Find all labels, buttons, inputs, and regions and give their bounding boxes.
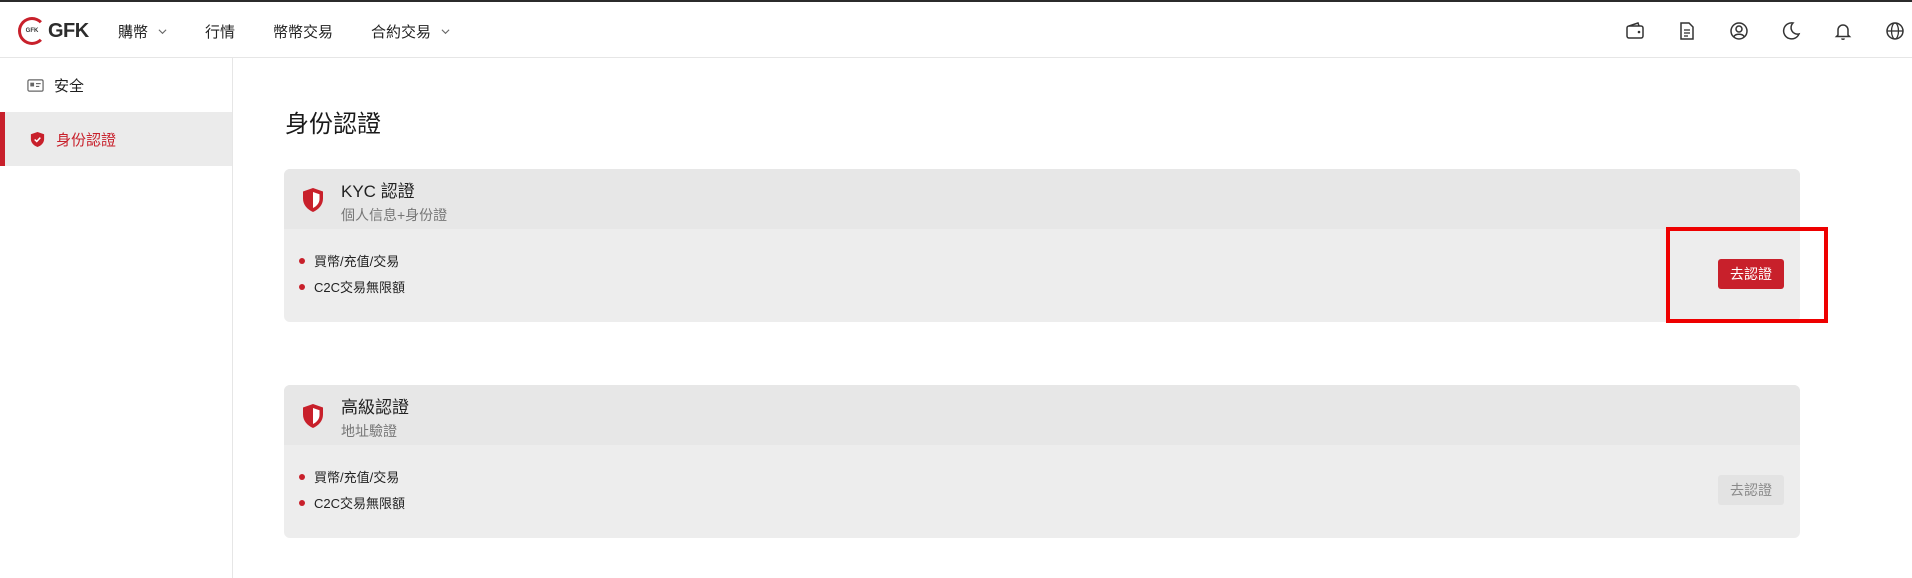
bullet-dot [299,473,305,480]
sidebar-item-label: 身份認證 [56,131,117,149]
main-nav: 購幣 行情 幣幣交易 合約交易 [118,2,488,60]
header-toolbar [1594,2,1912,60]
kyc-verify-button[interactable]: 去認證 [1718,259,1784,289]
nav-item-buy-coin[interactable]: 購幣 [118,21,167,42]
logo[interactable]: GFK GFK [18,15,89,47]
bell-icon[interactable] [1832,20,1854,42]
feature-item: 買幣/充值/交易 [299,467,399,486]
shield-icon [303,188,323,212]
card-subtitle: 個人信息+身份證 [341,207,448,223]
card-subtitle: 地址驗證 [341,423,397,439]
verification-card-kyc: KYC 認證 個人信息+身份證 買幣/充值/交易 C2C交易無限額 去認證 [284,169,1800,322]
sidebar-item-identity-verification[interactable]: 身份認證 [0,112,232,166]
feature-label: 買幣/充值/交易 [314,254,400,269]
card-header: 高級認證 地址驗證 [284,385,1800,445]
globe-icon[interactable] [1884,20,1906,42]
sidebar-item-security[interactable]: 安全 [0,58,232,112]
feature-item: 買幣/充值/交易 [299,251,399,270]
advanced-verify-button[interactable]: 去認證 [1718,475,1784,505]
top-navigation-bar: GFK GFK 購幣 行情 幣幣交易 合約交易 [0,0,1912,58]
shield-check-icon [29,130,47,148]
feature-item: C2C交易無限額 [299,277,405,296]
id-card-icon [27,76,45,94]
chevron-down-icon [158,28,167,34]
nav-item-label: 合約交易 [371,23,432,41]
card-title: 高級認證 [341,398,409,417]
logo-mark: GFK [18,17,46,45]
nav-item-label: 幣幣交易 [273,23,334,41]
bullet-dot [299,499,305,506]
shield-icon [303,404,323,428]
document-icon[interactable] [1676,20,1698,42]
nav-item-spot-trading[interactable]: 幣幣交易 [273,21,333,42]
moon-icon[interactable] [1780,20,1802,42]
bullet-dot [299,257,305,264]
nav-item-contract-trading[interactable]: 合約交易 [371,21,450,42]
nav-item-label: 行情 [205,23,236,41]
card-body: 買幣/充值/交易 C2C交易無限額 去認證 [284,229,1800,322]
sidebar-item-label: 安全 [54,77,85,95]
logo-text: GFK [48,19,89,42]
card-body: 買幣/充值/交易 C2C交易無限額 去認證 [284,445,1800,538]
nav-item-market[interactable]: 行情 [205,21,235,42]
nav-item-label: 購幣 [118,23,149,41]
bullet-dot [299,283,305,290]
feature-label: C2C交易無限額 [314,280,406,295]
feature-item: C2C交易無限額 [299,493,405,512]
wallet-icon[interactable] [1624,20,1646,42]
page-title: 身份認證 [285,111,381,138]
card-header: KYC 認證 個人信息+身份證 [284,169,1800,229]
chevron-down-icon [441,28,450,34]
verification-card-advanced: 高級認證 地址驗證 買幣/充值/交易 C2C交易無限額 去認證 [284,385,1800,538]
feature-label: C2C交易無限額 [314,496,406,511]
user-icon[interactable] [1728,20,1750,42]
feature-label: 買幣/充值/交易 [314,470,400,485]
sidebar: 安全 身份認證 [0,58,233,578]
card-title: KYC 認證 [341,182,415,201]
